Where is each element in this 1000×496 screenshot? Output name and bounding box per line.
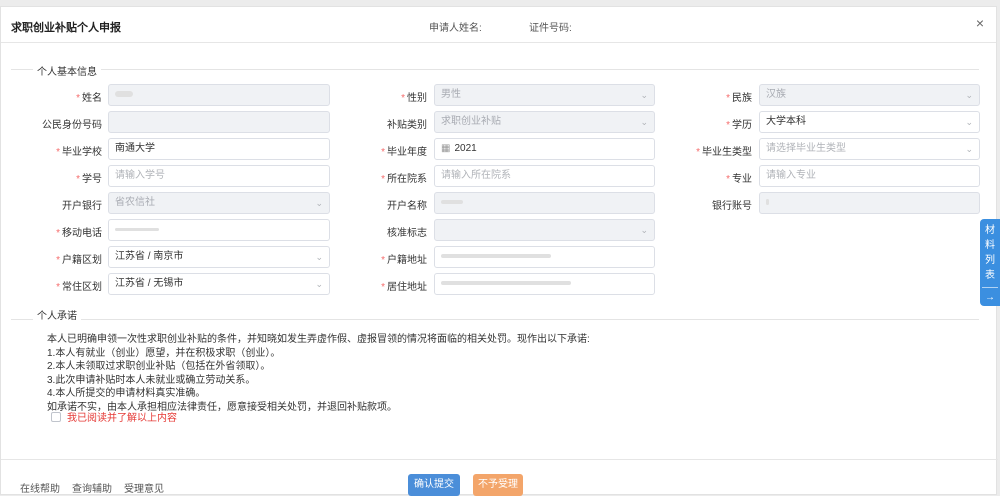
label-account-name: 开户名称 <box>387 201 427 212</box>
label-hukou-address: * 户籍地址 <box>381 255 427 266</box>
label-name: * 姓名 <box>76 93 102 104</box>
label-residence-region: * 常住区划 <box>56 282 102 293</box>
dialog-header: 求职创业补贴个人申报 申请人姓名: 证件号码: × <box>1 7 996 43</box>
label-school: * 毕业学校 <box>56 147 102 158</box>
chevron-down-icon: ⌄ <box>640 90 648 100</box>
student-no-input[interactable]: 请输入学号 <box>108 165 330 187</box>
residence-region-cascader[interactable]: 江苏省 / 无锡市 ⌄ <box>108 273 330 295</box>
commitment-line: 本人已明确申领一次性求职创业补贴的条件，并知晓如发生弄虚作假、虚报冒领的情况将面… <box>47 334 590 345</box>
label-student-no: * 学号 <box>76 174 102 185</box>
commitment-line: 4.本人所提交的申请材料真实准确。 <box>47 388 206 399</box>
label-subsidy-type: 补贴类别 <box>387 120 427 131</box>
redacted-value <box>115 227 159 231</box>
side-tab-char: 表 <box>985 270 995 281</box>
section-divider <box>11 69 979 70</box>
label-bank: 开户银行 <box>62 201 102 212</box>
redacted-value <box>441 254 551 259</box>
ethnicity-select[interactable]: 汉族 ⌄ <box>759 84 980 106</box>
grad-type-select[interactable]: 请选择毕业生类型 ⌄ <box>759 138 980 160</box>
chevron-down-icon: ⌄ <box>315 279 323 289</box>
commitment-text: 本人已明确申领一次性求职创业补贴的条件，并知晓如发生弄虚作假、虚报冒领的情况将面… <box>47 333 590 414</box>
education-select[interactable]: 大学本科 ⌄ <box>759 111 980 133</box>
label-ethnicity: * 民族 <box>726 93 752 104</box>
label-major: * 专业 <box>726 174 752 185</box>
label-verify-flag: 核准标志 <box>387 228 427 239</box>
label-residence-address: * 居住地址 <box>381 282 427 293</box>
read-confirm-checkbox[interactable] <box>51 411 61 422</box>
label-grad-type: * 毕业生类型 <box>696 147 752 158</box>
materials-list-tab[interactable]: 材 料 列 表 → <box>980 219 1000 306</box>
account-name-field[interactable] <box>434 192 655 214</box>
confirm-submit-button[interactable]: 确认提交 <box>408 474 460 496</box>
residence-address-input[interactable] <box>434 273 655 295</box>
section-title-basic-info: 个人基本信息 <box>33 63 101 78</box>
school-input[interactable]: 南通大学 <box>108 138 330 160</box>
id-number-field[interactable] <box>108 111 330 133</box>
chevron-down-icon: ⌄ <box>965 117 973 127</box>
redacted-value <box>766 199 769 206</box>
label-hukou-region: * 户籍区划 <box>56 255 102 266</box>
side-tab-char: 材 <box>985 225 995 236</box>
chevron-down-icon: ⌄ <box>965 90 973 100</box>
commitment-line: 3.此次申请补贴时本人未就业或确立劳动关系。 <box>47 374 256 386</box>
redacted-value <box>441 281 571 286</box>
major-input[interactable]: 请输入专业 <box>759 165 980 187</box>
footer-divider <box>1 459 998 460</box>
label-gender: * 性别 <box>401 93 427 104</box>
side-tab-char: 列 <box>985 255 995 266</box>
section-title-commitment: 个人承诺 <box>33 307 81 322</box>
chevron-down-icon: ⌄ <box>315 252 323 262</box>
hukou-region-cascader[interactable]: 江苏省 / 南京市 ⌄ <box>108 246 330 268</box>
bank-select[interactable]: 省农信社 ⌄ <box>108 192 330 214</box>
acceptance-opinion-link[interactable]: 受理意见 <box>124 480 164 495</box>
label-department: * 所在院系 <box>381 174 427 185</box>
redacted-value <box>115 91 133 98</box>
query-assist-link[interactable]: 查询辅助 <box>72 480 112 495</box>
commitment-line: 1.本人有就业（创业）愿望，并在积极求职（创业）。 <box>47 347 281 359</box>
label-id-number: 公民身份号码 <box>42 120 102 131</box>
close-icon[interactable]: × <box>972 15 988 31</box>
arrow-right-icon[interactable]: → <box>982 287 998 305</box>
redacted-value <box>441 200 463 205</box>
id-number-label: 证件号码: <box>529 23 572 34</box>
commitment-line: 2.本人未领取过求职创业补贴（包括在外省领取）。 <box>47 361 271 372</box>
online-help-link[interactable]: 在线帮助 <box>20 480 60 495</box>
label-education: * 学历 <box>726 120 752 131</box>
grad-year-picker[interactable]: ▦ 2021 <box>434 138 655 160</box>
reject-button[interactable]: 不予受理 <box>473 474 523 496</box>
read-confirm-label[interactable]: 我已阅读并了解以上内容 <box>67 409 177 424</box>
calendar-icon: ▦ <box>441 143 451 154</box>
section-divider <box>11 319 979 320</box>
label-bank-account: 银行账号 <box>712 201 752 212</box>
application-dialog: 求职创业补贴个人申报 申请人姓名: 证件号码: × 个人基本信息 * 姓名 * 性别… <box>0 6 998 496</box>
gender-select[interactable]: 男性 ⌄ <box>434 84 655 106</box>
footer-links: 在线帮助 查询辅助 受理意见 <box>20 480 164 495</box>
dialog-title: 求职创业补贴个人申报 <box>11 22 121 34</box>
applicant-name-label: 申请人姓名: <box>429 23 482 34</box>
side-tab-char: 料 <box>985 240 995 251</box>
name-field[interactable] <box>108 84 330 106</box>
chevron-down-icon: ⌄ <box>965 144 973 154</box>
read-confirm-checkbox-row[interactable]: 我已阅读并了解以上内容 <box>51 409 177 424</box>
label-mobile: * 移动电话 <box>56 228 102 239</box>
verify-flag-select[interactable]: ⌄ <box>434 219 655 241</box>
bank-account-field[interactable] <box>759 192 980 214</box>
chevron-down-icon: ⌄ <box>315 198 323 208</box>
hukou-address-input[interactable] <box>434 246 655 268</box>
subsidy-type-select[interactable]: 求职创业补贴 ⌄ <box>434 111 655 133</box>
department-input[interactable]: 请输入所在院系 <box>434 165 655 187</box>
mobile-input[interactable] <box>108 219 330 241</box>
chevron-down-icon: ⌄ <box>640 225 648 235</box>
label-grad-year: * 毕业年度 <box>381 147 427 158</box>
chevron-down-icon: ⌄ <box>640 117 648 127</box>
